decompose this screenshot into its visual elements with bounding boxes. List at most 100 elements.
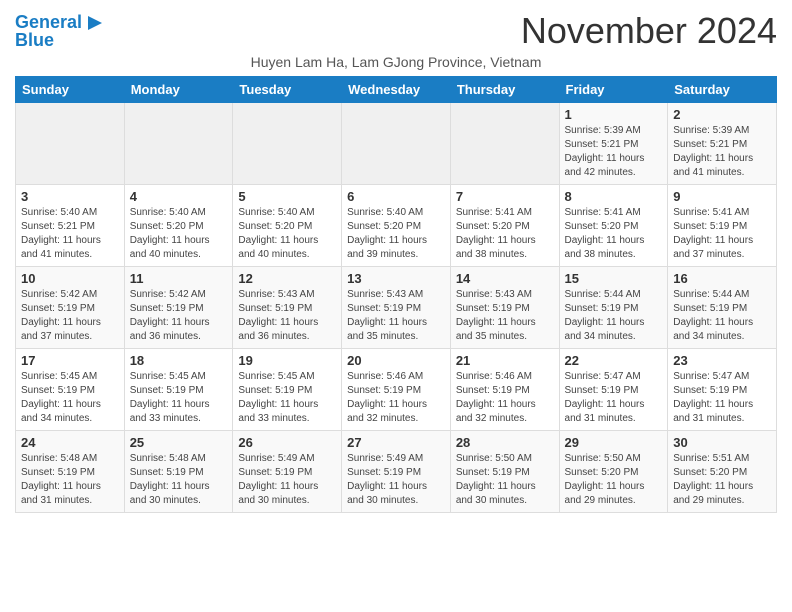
day-number: 28 (456, 435, 554, 450)
calendar-cell: 18 Sunrise: 5:45 AM Sunset: 5:19 PM Dayli… (124, 349, 233, 431)
day-number: 17 (21, 353, 119, 368)
header: General Blue November 2024 (15, 10, 777, 52)
day-info: Sunrise: 5:43 AM Sunset: 5:19 PM Dayligh… (456, 288, 554, 344)
day-number: 18 (130, 353, 228, 368)
calendar-cell: 17 Sunrise: 5:45 AM Sunset: 5:19 PM Dayli… (16, 349, 125, 431)
calendar-cell: 14 Sunrise: 5:43 AM Sunset: 5:19 PM Dayli… (450, 267, 559, 349)
calendar-cell: 25 Sunrise: 5:48 AM Sunset: 5:19 PM Dayli… (124, 431, 233, 513)
col-wednesday: Wednesday (342, 77, 451, 103)
day-info: Sunrise: 5:46 AM Sunset: 5:19 PM Dayligh… (347, 370, 445, 426)
day-info: Sunrise: 5:43 AM Sunset: 5:19 PM Dayligh… (238, 288, 336, 344)
day-number: 27 (347, 435, 445, 450)
day-info: Sunrise: 5:41 AM Sunset: 5:20 PM Dayligh… (456, 206, 554, 262)
day-info: Sunrise: 5:44 AM Sunset: 5:19 PM Dayligh… (673, 288, 771, 344)
logo: General Blue (15, 12, 104, 51)
calendar-cell: 24 Sunrise: 5:48 AM Sunset: 5:19 PM Dayli… (16, 431, 125, 513)
calendar-cell: 5 Sunrise: 5:40 AM Sunset: 5:20 PM Daylig… (233, 185, 342, 267)
day-number: 4 (130, 189, 228, 204)
logo-icon (82, 12, 104, 34)
calendar-table: Sunday Monday Tuesday Wednesday Thursday… (15, 76, 777, 513)
day-number: 29 (565, 435, 663, 450)
day-number: 30 (673, 435, 771, 450)
day-number: 24 (21, 435, 119, 450)
calendar-header-row: Sunday Monday Tuesday Wednesday Thursday… (16, 77, 777, 103)
day-number: 14 (456, 271, 554, 286)
calendar-cell: 16 Sunrise: 5:44 AM Sunset: 5:19 PM Dayli… (668, 267, 777, 349)
day-info: Sunrise: 5:51 AM Sunset: 5:20 PM Dayligh… (673, 452, 771, 508)
day-number: 6 (347, 189, 445, 204)
day-number: 21 (456, 353, 554, 368)
calendar-cell: 27Sunrise: 5:49 AM Sunset: 5:19 PM Dayli… (342, 431, 451, 513)
day-number: 25 (130, 435, 228, 450)
day-number: 15 (565, 271, 663, 286)
day-info: Sunrise: 5:41 AM Sunset: 5:19 PM Dayligh… (673, 206, 771, 262)
calendar-cell: 6 Sunrise: 5:40 AM Sunset: 5:20 PM Daylig… (342, 185, 451, 267)
day-number: 2 (673, 107, 771, 122)
logo-blue: Blue (15, 30, 54, 51)
day-info: Sunrise: 5:39 AM Sunset: 5:21 PM Dayligh… (565, 124, 663, 180)
calendar-cell: 21 Sunrise: 5:46 AM Sunset: 5:19 PM Dayli… (450, 349, 559, 431)
calendar-week-1: 3 Sunrise: 5:40 AM Sunset: 5:21 PM Daylig… (16, 185, 777, 267)
calendar-cell (16, 103, 125, 185)
calendar-cell: 4 Sunrise: 5:40 AM Sunset: 5:20 PM Daylig… (124, 185, 233, 267)
calendar-cell: 9 Sunrise: 5:41 AM Sunset: 5:19 PM Daylig… (668, 185, 777, 267)
day-number: 26 (238, 435, 336, 450)
subtitle: Huyen Lam Ha, Lam GJong Province, Vietna… (15, 54, 777, 70)
day-info: Sunrise: 5:47 AM Sunset: 5:19 PM Dayligh… (565, 370, 663, 426)
day-info: Sunrise: 5:45 AM Sunset: 5:19 PM Dayligh… (238, 370, 336, 426)
calendar-cell: 10Sunrise: 5:42 AM Sunset: 5:19 PM Dayli… (16, 267, 125, 349)
calendar-cell: 3 Sunrise: 5:40 AM Sunset: 5:21 PM Daylig… (16, 185, 125, 267)
page: General Blue November 2024 Huyen Lam Ha,… (0, 0, 792, 523)
calendar-cell: 11Sunrise: 5:42 AM Sunset: 5:19 PM Dayli… (124, 267, 233, 349)
day-info: Sunrise: 5:40 AM Sunset: 5:20 PM Dayligh… (130, 206, 228, 262)
day-info: Sunrise: 5:48 AM Sunset: 5:19 PM Dayligh… (21, 452, 119, 508)
calendar-week-2: 10Sunrise: 5:42 AM Sunset: 5:19 PM Dayli… (16, 267, 777, 349)
calendar-cell: 23Sunrise: 5:47 AM Sunset: 5:19 PM Dayli… (668, 349, 777, 431)
calendar-cell: 29 Sunrise: 5:50 AM Sunset: 5:20 PM Dayli… (559, 431, 668, 513)
calendar-cell: 30 Sunrise: 5:51 AM Sunset: 5:20 PM Dayli… (668, 431, 777, 513)
day-number: 8 (565, 189, 663, 204)
day-number: 22 (565, 353, 663, 368)
day-number: 10 (21, 271, 119, 286)
day-number: 5 (238, 189, 336, 204)
day-info: Sunrise: 5:44 AM Sunset: 5:19 PM Dayligh… (565, 288, 663, 344)
day-info: Sunrise: 5:40 AM Sunset: 5:21 PM Dayligh… (21, 206, 119, 262)
day-info: Sunrise: 5:45 AM Sunset: 5:19 PM Dayligh… (21, 370, 119, 426)
day-info: Sunrise: 5:43 AM Sunset: 5:19 PM Dayligh… (347, 288, 445, 344)
day-info: Sunrise: 5:48 AM Sunset: 5:19 PM Dayligh… (130, 452, 228, 508)
calendar-cell: 26 Sunrise: 5:49 AM Sunset: 5:19 PM Dayli… (233, 431, 342, 513)
calendar-cell: 13 Sunrise: 5:43 AM Sunset: 5:19 PM Dayli… (342, 267, 451, 349)
day-info: Sunrise: 5:49 AM Sunset: 5:19 PM Dayligh… (238, 452, 336, 508)
calendar-cell: 20 Sunrise: 5:46 AM Sunset: 5:19 PM Dayli… (342, 349, 451, 431)
day-number: 13 (347, 271, 445, 286)
day-info: Sunrise: 5:39 AM Sunset: 5:21 PM Dayligh… (673, 124, 771, 180)
day-number: 7 (456, 189, 554, 204)
day-number: 16 (673, 271, 771, 286)
day-info: Sunrise: 5:50 AM Sunset: 5:20 PM Dayligh… (565, 452, 663, 508)
day-info: Sunrise: 5:40 AM Sunset: 5:20 PM Dayligh… (347, 206, 445, 262)
day-number: 3 (21, 189, 119, 204)
col-thursday: Thursday (450, 77, 559, 103)
calendar-cell: 8Sunrise: 5:41 AM Sunset: 5:20 PM Daylig… (559, 185, 668, 267)
day-info: Sunrise: 5:46 AM Sunset: 5:19 PM Dayligh… (456, 370, 554, 426)
day-number: 23 (673, 353, 771, 368)
col-tuesday: Tuesday (233, 77, 342, 103)
day-number: 11 (130, 271, 228, 286)
calendar-cell: 19Sunrise: 5:45 AM Sunset: 5:19 PM Dayli… (233, 349, 342, 431)
calendar-cell: 28 Sunrise: 5:50 AM Sunset: 5:19 PM Dayli… (450, 431, 559, 513)
calendar-week-4: 24 Sunrise: 5:48 AM Sunset: 5:19 PM Dayli… (16, 431, 777, 513)
day-info: Sunrise: 5:45 AM Sunset: 5:19 PM Dayligh… (130, 370, 228, 426)
calendar-week-0: 1Sunrise: 5:39 AM Sunset: 5:21 PM Daylig… (16, 103, 777, 185)
day-number: 9 (673, 189, 771, 204)
col-sunday: Sunday (16, 77, 125, 103)
calendar-cell: 1Sunrise: 5:39 AM Sunset: 5:21 PM Daylig… (559, 103, 668, 185)
calendar-cell: 2 Sunrise: 5:39 AM Sunset: 5:21 PM Daylig… (668, 103, 777, 185)
calendar-cell: 22 Sunrise: 5:47 AM Sunset: 5:19 PM Dayli… (559, 349, 668, 431)
calendar-cell: 12 Sunrise: 5:43 AM Sunset: 5:19 PM Dayli… (233, 267, 342, 349)
col-friday: Friday (559, 77, 668, 103)
day-info: Sunrise: 5:50 AM Sunset: 5:19 PM Dayligh… (456, 452, 554, 508)
day-number: 12 (238, 271, 336, 286)
day-info: Sunrise: 5:40 AM Sunset: 5:20 PM Dayligh… (238, 206, 336, 262)
calendar-cell: 7 Sunrise: 5:41 AM Sunset: 5:20 PM Daylig… (450, 185, 559, 267)
day-number: 20 (347, 353, 445, 368)
